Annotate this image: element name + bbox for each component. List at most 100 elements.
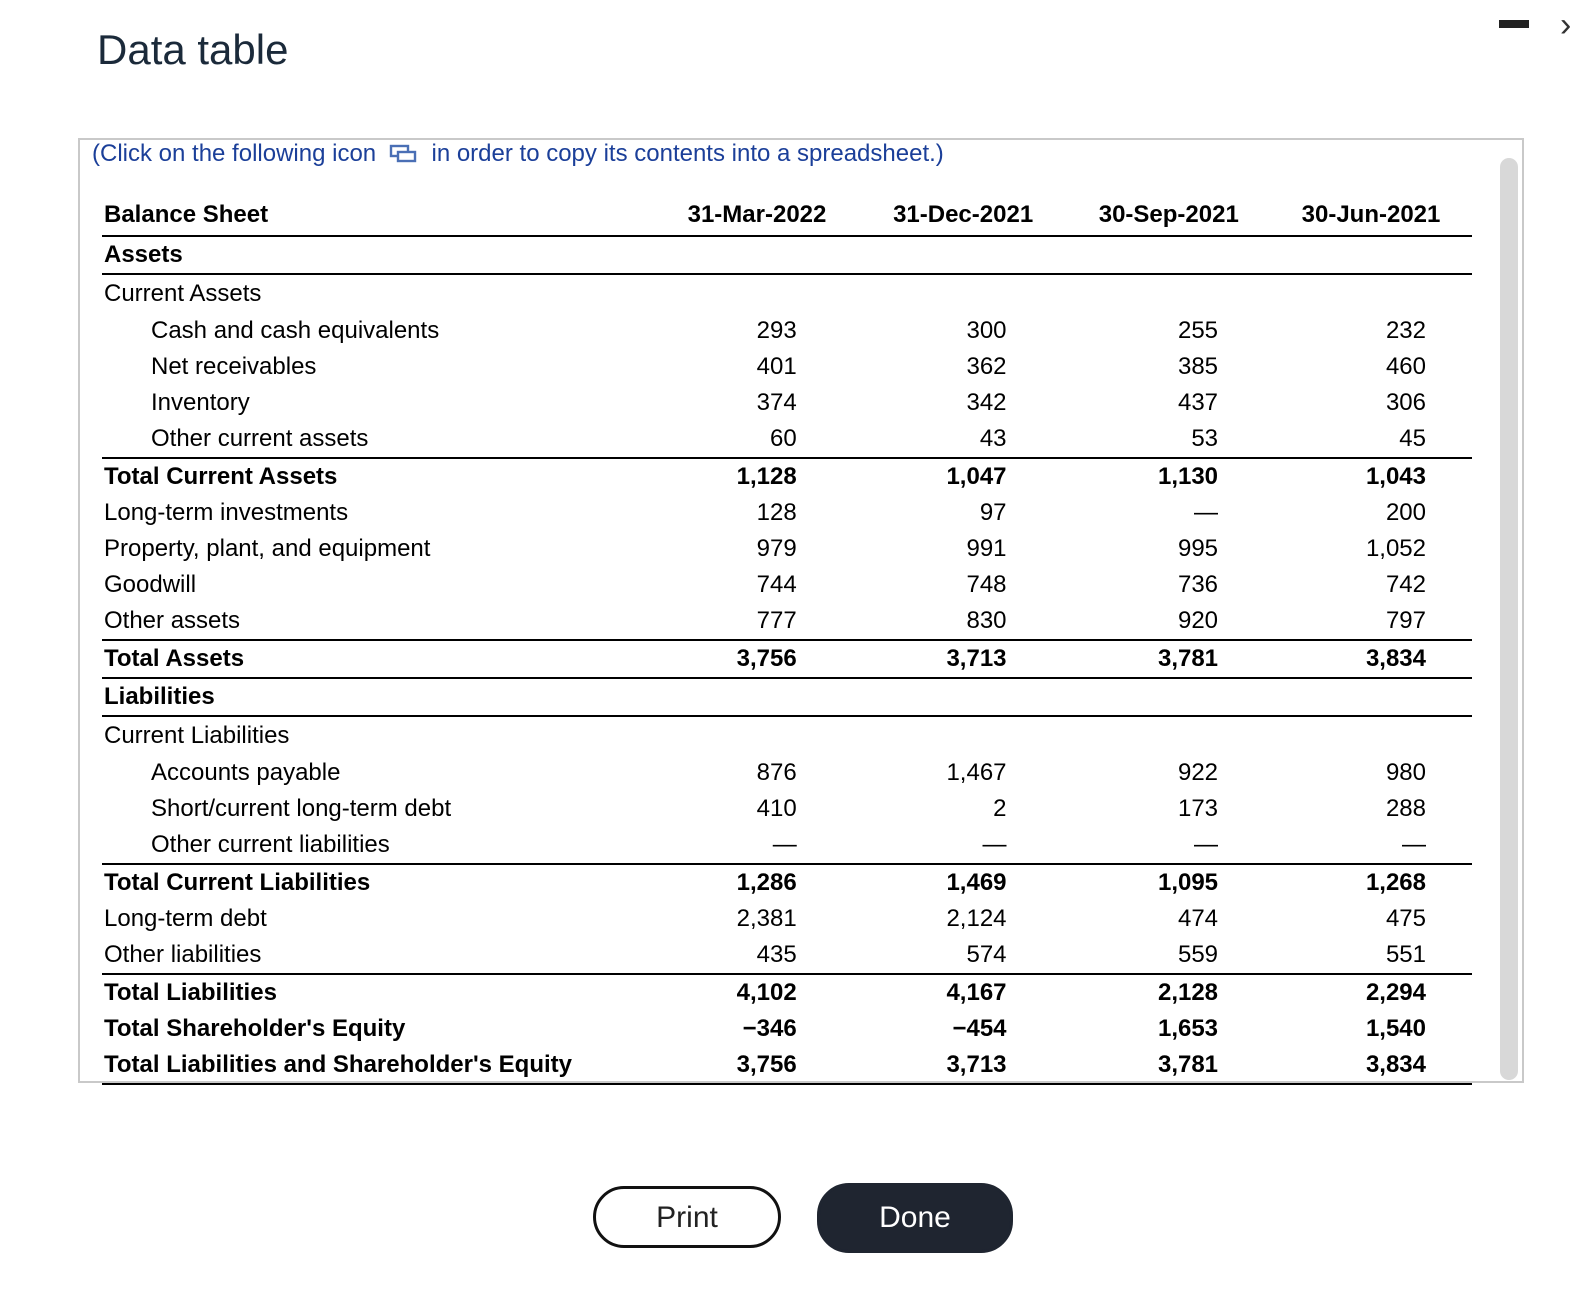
table-row: Other assets 777 830 920 797 bbox=[102, 603, 1472, 641]
cell-value: 460 bbox=[1385, 353, 1426, 380]
cell-value: 3,713 bbox=[858, 1047, 1068, 1085]
cell-value: 742 bbox=[1385, 571, 1426, 598]
cell-value: 60 bbox=[655, 421, 859, 459]
cell-value: 4,102 bbox=[736, 979, 797, 1006]
cell-value: 342 bbox=[966, 389, 1007, 416]
table-row: Short/current long-term debt 410 2 173 288 bbox=[102, 791, 1472, 827]
column-header: 30-Sep-2021 bbox=[1067, 195, 1271, 237]
cell-value: 2,124 bbox=[946, 905, 1007, 932]
row-label: Total Current Liabilities bbox=[104, 869, 371, 896]
cell-value: 401 bbox=[756, 353, 797, 380]
table-row: Long-term investments 128 97 — 200 bbox=[102, 495, 1472, 531]
cell-value: 574 bbox=[858, 937, 1068, 975]
print-button[interactable]: Print bbox=[593, 1186, 781, 1248]
row-label: Total Shareholder's Equity bbox=[104, 1015, 406, 1042]
cell-value bbox=[1270, 236, 1472, 275]
cell-value: 128 bbox=[756, 499, 797, 526]
cell-value: 1,268 bbox=[1365, 869, 1426, 896]
cell-value: 2,381 bbox=[736, 905, 797, 932]
minimize-icon[interactable] bbox=[1499, 20, 1529, 28]
cell-value: 995 bbox=[1177, 535, 1219, 562]
vertical-scrollbar[interactable] bbox=[1500, 158, 1518, 1080]
table-row: Assets bbox=[102, 236, 1472, 275]
cell-value: 920 bbox=[1067, 603, 1271, 641]
cell-value: 3,781 bbox=[1067, 1047, 1271, 1085]
row-label: Cash and cash equivalents bbox=[151, 317, 440, 344]
row-label: Accounts payable bbox=[151, 759, 341, 786]
cell-value: 777 bbox=[655, 603, 859, 641]
row-label: Current Liabilities bbox=[104, 722, 290, 749]
cell-value: 306 bbox=[1385, 389, 1426, 416]
column-header: 31-Dec-2021 bbox=[858, 195, 1068, 237]
cell-value: 2 bbox=[993, 795, 1007, 822]
cell-value: 410 bbox=[756, 795, 797, 822]
cell-value: 991 bbox=[966, 535, 1007, 562]
cell-value bbox=[655, 716, 858, 755]
cell-value: 173 bbox=[1177, 795, 1219, 822]
cell-value: 3,834 bbox=[1270, 640, 1472, 679]
cell-value: 736 bbox=[1177, 571, 1219, 598]
cell-value: — bbox=[655, 827, 859, 865]
table-row: Total Shareholder's Equity −346 −454 1,653 1… bbox=[102, 1011, 1472, 1047]
instruction-text-end: in order to copy its contents into a spr… bbox=[431, 140, 944, 167]
cell-value: 559 bbox=[1067, 937, 1271, 975]
cell-value: 1,130 bbox=[1157, 463, 1219, 490]
cell-value: 748 bbox=[966, 571, 1007, 598]
table-row: Inventory 374 342 437 306 bbox=[102, 385, 1472, 421]
cell-value: 437 bbox=[1177, 389, 1219, 416]
instruction-text-start: (Click on the following icon bbox=[92, 140, 377, 167]
cell-value: 1,286 bbox=[736, 869, 797, 896]
cell-value: 474 bbox=[1177, 905, 1219, 932]
column-header: 31-Mar-2022 bbox=[655, 195, 859, 237]
cell-value: 475 bbox=[1385, 905, 1426, 932]
table-body: Assets Current Assets Cash and cash equiva… bbox=[102, 236, 1472, 1085]
data-table-panel: (Click on the following icon in order to… bbox=[78, 138, 1524, 1085]
cell-value: 876 bbox=[756, 759, 797, 786]
row-label: Liabilities bbox=[102, 678, 656, 717]
table-row: Total Current Liabilities 1,286 1,469 1,095… bbox=[102, 864, 1472, 901]
row-label: Other current assets bbox=[102, 421, 656, 459]
table-row: Total Liabilities and Shareholder's Equi… bbox=[102, 1047, 1472, 1085]
close-icon[interactable]: › bbox=[1560, 8, 1571, 42]
cell-value bbox=[859, 274, 1068, 313]
table-row: Current Assets bbox=[102, 274, 1472, 313]
cell-value: 979 bbox=[756, 535, 797, 562]
cell-value: 435 bbox=[655, 937, 859, 975]
row-label: Other assets bbox=[102, 603, 656, 641]
cell-value: 922 bbox=[1177, 759, 1219, 786]
cell-value: 3,713 bbox=[858, 640, 1068, 679]
cell-value: 362 bbox=[966, 353, 1007, 380]
cell-value bbox=[655, 678, 859, 717]
cell-value: 232 bbox=[1385, 317, 1426, 344]
column-header: 30-Jun-2021 bbox=[1270, 195, 1472, 237]
cell-value bbox=[1067, 236, 1271, 275]
row-label: Net receivables bbox=[151, 353, 317, 380]
cell-value: 2,294 bbox=[1365, 979, 1426, 1006]
table-row: Accounts payable 876 1,467 922 980 bbox=[102, 755, 1472, 791]
table-row: Total Assets 3,756 3,713 3,781 3,834 bbox=[102, 640, 1472, 679]
done-button[interactable]: Done bbox=[817, 1183, 1013, 1253]
cell-value: 2,128 bbox=[1157, 979, 1219, 1006]
cell-value bbox=[1067, 678, 1271, 717]
cell-value: −454 bbox=[952, 1015, 1007, 1042]
cell-value: 1,047 bbox=[946, 463, 1007, 490]
cell-value: 200 bbox=[1385, 499, 1426, 526]
table-row: Total Liabilities 4,102 4,167 2,128 2,294 bbox=[102, 974, 1472, 1011]
cell-value: 385 bbox=[1177, 353, 1219, 380]
cell-value: 797 bbox=[1270, 603, 1472, 641]
cell-value: 551 bbox=[1270, 937, 1472, 975]
row-label: Other liabilities bbox=[102, 937, 656, 975]
row-label: Total Liabilities and Shareholder's Equi… bbox=[102, 1047, 656, 1085]
cell-value bbox=[1068, 716, 1271, 755]
table-row: Liabilities bbox=[102, 678, 1472, 717]
cell-value: 293 bbox=[756, 317, 797, 344]
cell-value: 1,043 bbox=[1365, 463, 1426, 490]
balance-sheet-table: Balance Sheet 31-Mar-2022 31-Dec-2021 30… bbox=[102, 195, 1472, 1085]
cell-value bbox=[1068, 274, 1271, 313]
cell-value: 43 bbox=[858, 421, 1068, 459]
cell-value: 3,756 bbox=[655, 1047, 859, 1085]
cell-value: 300 bbox=[966, 317, 1007, 344]
row-label: Short/current long-term debt bbox=[151, 795, 452, 822]
row-label: Total Assets bbox=[102, 640, 656, 679]
copy-icon[interactable] bbox=[389, 142, 417, 164]
